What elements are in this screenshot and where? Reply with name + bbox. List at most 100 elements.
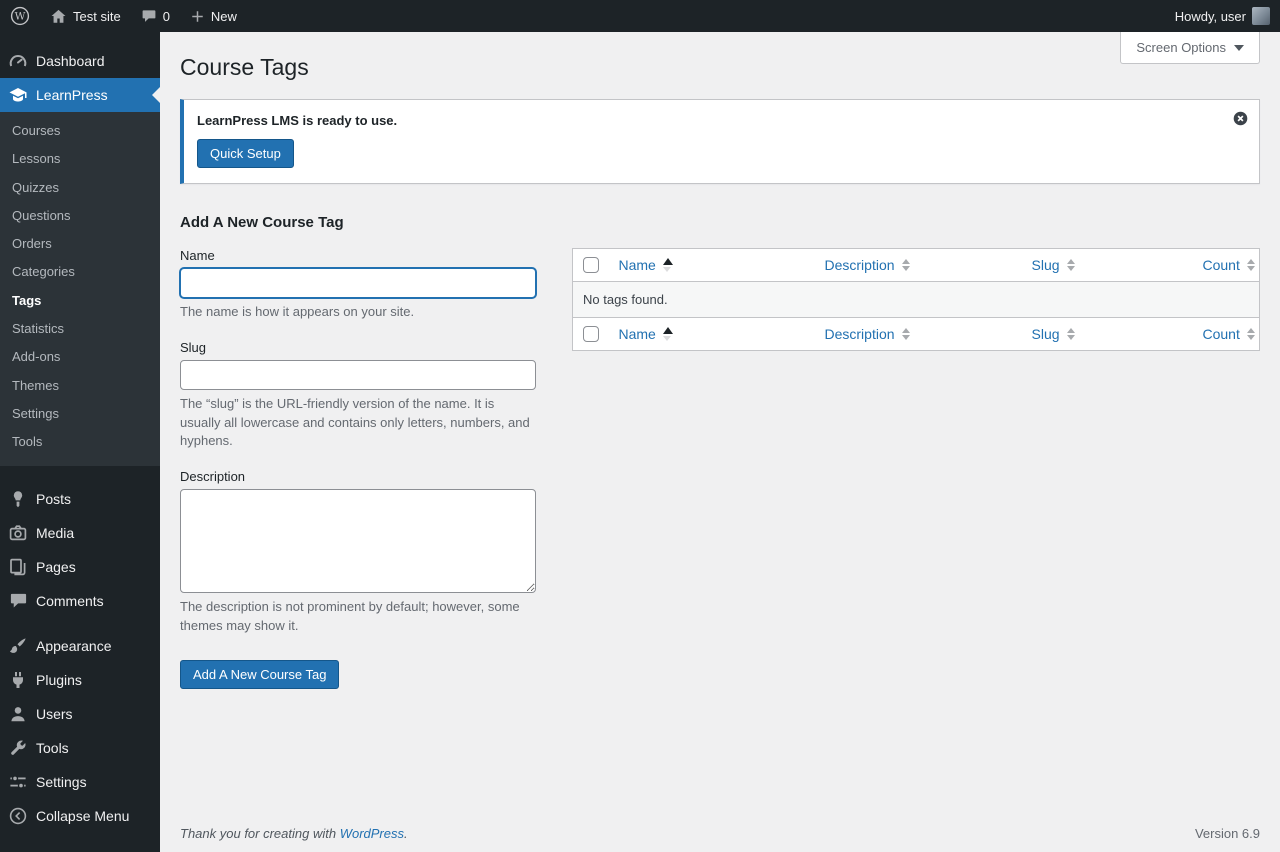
my-account-menu[interactable]: Howdy, user [1165,0,1280,32]
select-all-checkbox[interactable] [583,256,599,273]
admin-bar-right: Howdy, user [1165,0,1280,32]
submit-row: Add A New Course Tag [180,659,536,689]
sidebar-item-questions[interactable]: Questions [0,202,160,230]
collapse-menu-button[interactable]: Collapse Menu [0,799,160,833]
sidebar-item-themes[interactable]: Themes [0,372,160,400]
sidebar-item-tags[interactable]: Tags [0,287,160,315]
add-tag-submit-button[interactable]: Add A New Course Tag [180,659,340,689]
sort-by-description-link[interactable]: Description [825,257,910,273]
sort-by-description-link[interactable]: Description [825,326,910,342]
slug-help-text: The “slug” is the URL-friendly version o… [180,395,530,449]
tags-table-wrapper: Name Description Slug Count No tags foun… [572,247,1260,351]
sidebar-item-tools[interactable]: Tools [0,731,160,765]
select-all-checkbox[interactable] [583,325,599,342]
empty-message: No tags found. [572,281,1260,318]
sidebar-item-comments[interactable]: Comments [0,584,160,618]
sidebar-item-label: Posts [36,490,72,507]
wordpress-link[interactable]: WordPress [340,826,404,841]
screen-options-label: Screen Options [1136,40,1226,55]
sidebar-item-lessons[interactable]: Lessons [0,145,160,173]
description-label: Description [180,469,246,485]
sidebar-item-lp-settings[interactable]: Settings [0,400,160,428]
table-footer-row: Name Description Slug Count [572,316,1260,351]
sidebar-item-appearance[interactable]: Appearance [0,629,160,663]
dismiss-circle-x-icon [1232,110,1249,127]
quick-setup-button[interactable]: Quick Setup [197,138,294,168]
pushpin-icon [0,489,36,509]
admin-bar-left: W Test site 0 New [0,0,247,32]
notice-message: LearnPress LMS is ready to use. [197,112,398,128]
sidebar-item-label: Pages [36,558,76,575]
tag-description-textarea[interactable] [180,489,536,594]
sidebar-item-addons[interactable]: Add-ons [0,343,160,371]
sidebar-item-label: Users [36,705,73,722]
dismiss-notice-button[interactable] [1230,108,1251,129]
sidebar-item-users[interactable]: Users [0,697,160,731]
sidebar-item-label: Dashboard [36,53,105,69]
user-avatar [1252,7,1270,25]
sidebar-item-courses[interactable]: Courses [0,117,160,145]
slug-field-group: Slug The “slug” is the URL-friendly vers… [180,340,536,452]
sidebar-item-orders[interactable]: Orders [0,230,160,258]
site-name-menu[interactable]: Test site [40,0,131,32]
admin-footer: Thank you for creating with WordPress. V… [180,816,1260,852]
sidebar-item-label: Plugins [36,671,82,688]
sort-by-name-link[interactable]: Name [619,257,673,273]
column-header-description: Description [824,256,895,273]
plug-icon [0,670,36,690]
column-header-name: Name [618,256,656,273]
sortable-icon [1246,258,1255,271]
comment-bubble-icon [141,8,157,24]
sortable-icon [1246,327,1255,340]
column-header-slug: Slug [1031,325,1060,342]
comments-menu[interactable]: 0 [131,0,180,32]
speech-bubble-icon [0,591,36,610]
sidebar-item-quizzes[interactable]: Quizzes [0,174,160,202]
sidebar-item-learnpress[interactable]: LearnPress [0,78,160,112]
paintbrush-icon [0,636,36,656]
sort-asc-icon [662,326,673,341]
sidebar-item-lp-tools[interactable]: Tools [0,428,160,456]
column-header-count: Count [1202,256,1240,273]
screen-options-button[interactable]: Screen Options [1120,32,1260,64]
sidebar-item-statistics[interactable]: Statistics [0,315,160,343]
pages-icon [0,557,36,577]
sort-by-count-link[interactable]: Count [1203,257,1255,273]
sidebar-item-dashboard[interactable]: Dashboard [0,44,160,78]
sidebar-item-plugins[interactable]: Plugins [0,663,160,697]
sidebar-item-label: Media [36,524,75,541]
description-field-group: Description The description is not promi… [180,469,536,636]
sort-by-name-link[interactable]: Name [619,326,673,342]
name-field-group: Name The name is how it appears on your … [180,248,536,322]
sidebar-item-posts[interactable]: Posts [0,482,160,516]
sidebar-item-label: LearnPress [36,87,108,103]
sidebar-item-settings[interactable]: Settings [0,765,160,799]
footer-thanks-text: Thank you for creating with WordPress. [180,826,408,841]
sort-by-count-link[interactable]: Count [1203,326,1255,342]
sidebar-item-categories[interactable]: Categories [0,258,160,286]
sidebar-item-label: Comments [36,592,104,609]
description-help-text: The description is not prominent by defa… [180,599,520,634]
sortable-icon [1066,258,1075,271]
sort-by-slug-link[interactable]: Slug [1032,326,1075,342]
sidebar-item-label: Appearance [36,637,112,654]
new-content-menu[interactable]: New [180,0,247,32]
sidebar-item-pages[interactable]: Pages [0,550,160,584]
sidebar-item-label: Tools [36,739,69,756]
sidebar-item-media[interactable]: Media [0,516,160,550]
home-icon [50,8,67,25]
tag-slug-input[interactable] [180,359,536,390]
column-header-name: Name [618,325,656,342]
sortable-icon [901,327,910,340]
sort-by-slug-link[interactable]: Slug [1032,257,1075,273]
wordpress-logo-menu[interactable]: W [0,0,40,32]
column-header-description: Description [824,325,895,342]
svg-text:W: W [15,11,26,23]
footer-version: Version 6.9 [1194,826,1260,841]
collapse-arrow-icon [0,806,36,826]
tag-name-input[interactable] [180,267,536,298]
admin-bar: W Test site 0 New Howdy, user [0,0,1280,32]
table-header-row: Name Description Slug Count [572,248,1260,282]
wrench-icon [0,738,36,758]
menu-separator [0,618,160,629]
